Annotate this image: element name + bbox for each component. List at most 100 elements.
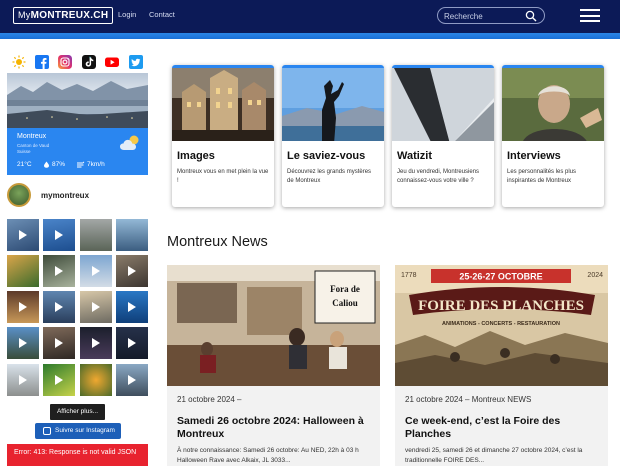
header-accent-stripe [0,33,620,39]
youtube-icon[interactable] [105,55,119,69]
poster-title: FOIRE DES PLANCHES [418,298,584,314]
twitter-icon[interactable] [129,55,143,69]
instagram-thumb[interactable] [43,255,75,287]
instagram-thumb[interactable] [116,291,148,323]
instagram-thumb[interactable] [80,364,112,396]
instagram-thumb[interactable] [116,364,148,396]
page: MyMONTREUX.CH Login Contact Recherche Mo… [0,0,620,466]
nav-contact-link[interactable]: Contact [149,10,175,19]
instagram-thumb[interactable] [7,291,39,323]
instagram-avatar[interactable] [7,183,31,207]
logo-prefix: My [18,10,31,20]
card-title: Interviews [507,150,561,162]
instagram-thumb[interactable] [7,364,39,396]
play-icon [55,230,63,240]
poster-subtitle: ANIMATIONS - CONCERTS - RESTAURATION [442,321,560,327]
weather-lake-photo [7,73,148,128]
instagram-error-message: Error: 413: Response is not valid JSON [7,444,148,466]
card-description: Les personnalités les plus inspirantes d… [507,169,577,184]
play-icon [19,302,27,312]
feature-card-interviews[interactable]: Interviews Les personnalités les plus in… [502,65,604,207]
feature-card-watizit[interactable]: Watizit Jeu du vendredi, Montreusiens co… [392,65,494,207]
news-excerpt: À notre connaissance: Samedi 26 octobre:… [177,447,359,464]
instagram-thumb[interactable] [7,327,39,359]
news-excerpt: vendredi 25, samedi 26 et dimanche 27 oc… [405,447,583,464]
card-photo [282,65,384,141]
weather-wind: 7km/h [87,161,105,168]
weather-humidity: 87% [52,161,66,168]
play-icon [128,338,136,348]
play-icon [55,266,63,276]
facebook-icon[interactable] [35,55,49,69]
card-description: Jeu du vendredi, Montreusiens connaissez… [397,169,480,184]
follow-instagram-label: Suivre sur Instagram [55,427,115,434]
instagram-thumb[interactable] [80,327,112,359]
card-title: Watizit [397,150,433,162]
instagram-thumb[interactable] [80,219,112,251]
play-icon [19,375,27,385]
card-title: Images [177,150,215,162]
instagram-thumb[interactable] [80,291,112,323]
instagram-thumb[interactable] [43,291,75,323]
hamburger-menu-icon[interactable] [580,9,600,22]
card-photo [502,65,604,141]
news-headline[interactable]: Samedi 26 octobre 2024: Halloween à Mont… [177,415,377,441]
news-headline[interactable]: Ce week-end, c’est la Foire des Planches [405,415,605,441]
card-title: Le saviez-vous [287,150,366,162]
play-icon [128,302,136,312]
tiktok-icon[interactable] [82,55,96,69]
news-card-halloween[interactable]: Fora de Caliou 21 octobre 2024 – Samedi … [167,265,380,466]
weather-temperature: 21°C [17,161,32,168]
partly-cloudy-icon [120,135,139,150]
card-photo [172,65,274,141]
instagram-thumb[interactable] [7,255,39,287]
nav-login-link[interactable]: Login [118,10,136,19]
instagram-icon[interactable] [58,55,72,69]
news-card-foire-des-planches[interactable]: 25-26-27 OCTOBRE 1778 2024 FOIRE DES PLA… [395,265,608,466]
instagram-thumb[interactable] [116,327,148,359]
weather-city: Montreux [17,133,47,140]
play-icon [55,338,63,348]
poster-year-right: 2024 [587,272,603,279]
play-icon [19,230,27,240]
instagram-handle[interactable]: mymontreux [41,191,89,200]
instagram-thumb[interactable] [43,219,75,251]
weather-country: Suisse [17,149,31,154]
play-icon [128,375,136,385]
feature-card-images[interactable]: Images Montreux vous en met plein la vue… [172,65,274,207]
instagram-thumb[interactable] [116,255,148,287]
card-description: Découvrez les grands mystères de Montreu… [287,169,372,184]
instagram-thumb[interactable] [116,219,148,251]
news-photo-sign-line2: Caliou [332,298,358,308]
show-more-button[interactable]: Afficher plus... [50,404,105,420]
instagram-thumb[interactable] [80,255,112,287]
follow-instagram-button[interactable]: Suivre sur Instagram [35,423,121,439]
search-icon[interactable] [525,10,537,22]
news-poster: 25-26-27 OCTOBRE 1778 2024 FOIRE DES PLA… [395,265,608,386]
weather-widget: Montreux Canton de Vaud Suisse 21°C 87% … [7,128,148,175]
search-input[interactable] [444,10,524,22]
news-section-title: Montreux News [167,234,268,250]
site-logo[interactable]: MyMONTREUX.CH [13,7,114,24]
wind-icon [77,161,85,168]
logo-main: MONTREUX.CH [30,10,109,21]
instagram-thumb[interactable] [43,327,75,359]
instagram-icon [43,427,51,435]
play-icon [55,375,63,385]
news-date: 21 octobre 2024 – [177,395,242,404]
poster-dates: 25-26-27 OCTOBRE [459,272,542,282]
play-icon [92,302,100,312]
feature-card-le-saviez-vous[interactable]: Le saviez-vous Découvrez les grands myst… [282,65,384,207]
play-icon [55,302,63,312]
instagram-thumb[interactable] [43,364,75,396]
news-date: 21 octobre 2024 – Montreux NEWS [405,395,532,404]
card-photo [392,65,494,141]
sun-icon[interactable] [12,55,26,69]
play-icon [128,266,136,276]
search-box [437,7,545,24]
weather-region: Canton de Vaud Suisse [17,143,49,155]
top-navbar: MyMONTREUX.CH Login Contact [0,0,620,33]
instagram-thumb[interactable] [7,219,39,251]
play-icon [92,266,100,276]
news-photo: Fora de Caliou [167,265,380,386]
